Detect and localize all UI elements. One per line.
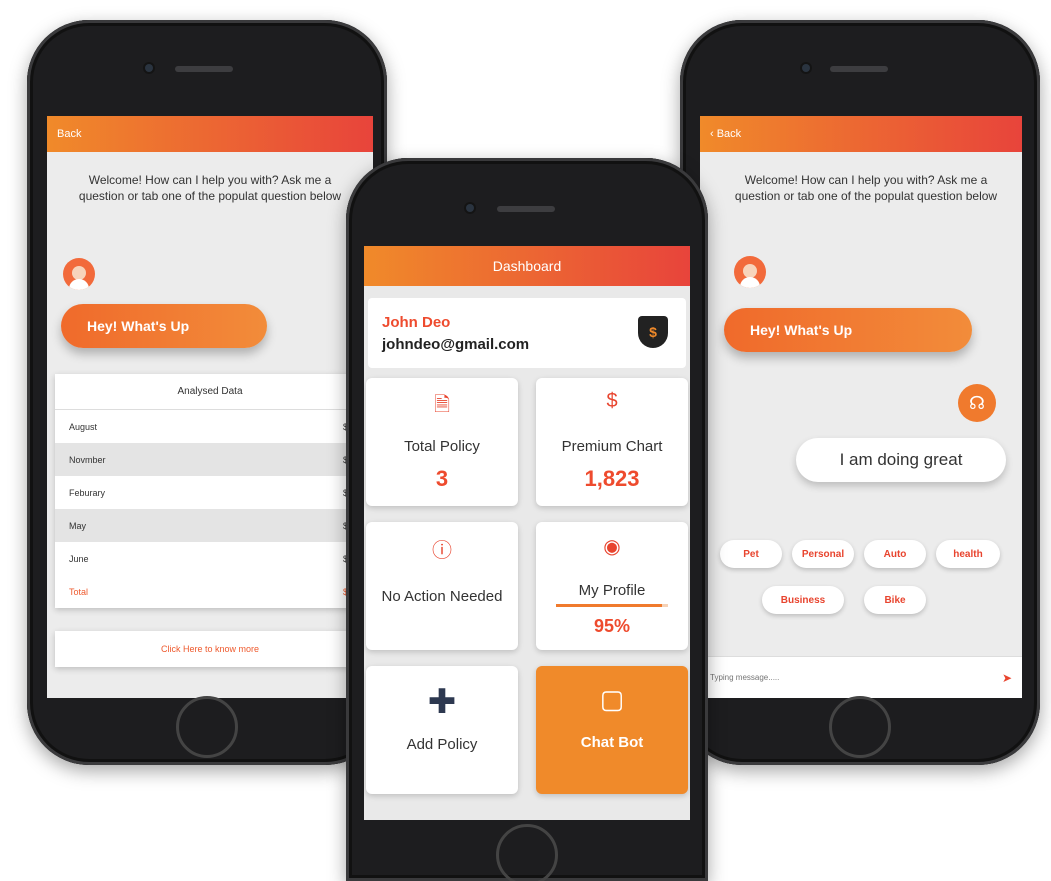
- message-bar: ➤: [700, 656, 1022, 698]
- speaker: [497, 206, 555, 212]
- message-input[interactable]: [710, 673, 910, 682]
- back-button[interactable]: ‹ Back: [710, 128, 741, 140]
- chat-bubble: Hey! What's Up: [724, 308, 972, 352]
- table-row: May$0: [55, 509, 365, 542]
- welcome-text: Welcome! How can I help you with? Ask me…: [78, 173, 342, 203]
- chat-icon: ▢: [599, 684, 625, 714]
- home-button[interactable]: [829, 696, 891, 758]
- camera: [802, 64, 810, 72]
- chip-auto[interactable]: Auto: [864, 540, 926, 568]
- analysed-data-card: Analysed Data August$0 Novmber$0 Feburar…: [55, 374, 365, 608]
- agent-avatar-icon: [734, 256, 766, 288]
- right-header: ‹ Back: [700, 116, 1022, 152]
- know-more-button[interactable]: Click Here to know more: [55, 631, 365, 667]
- chat-bot-tile[interactable]: ▢ Chat Bot: [536, 666, 688, 794]
- speaker: [830, 66, 888, 72]
- left-screen: Back Welcome! How can I help you with? A…: [47, 116, 373, 698]
- table-row: August$0: [69, 421, 353, 432]
- left-header: Back: [47, 116, 373, 152]
- chip-pet[interactable]: Pet: [720, 540, 782, 568]
- right-phone: ‹ Back Welcome! How can I help you with?…: [680, 20, 1040, 765]
- add-policy-tile[interactable]: ✚ Add Policy: [366, 666, 518, 794]
- camera: [145, 64, 153, 72]
- chip-bike[interactable]: Bike: [864, 586, 926, 614]
- total-policy-tile[interactable]: 🗎 Total Policy 3: [366, 378, 518, 506]
- my-profile-tile[interactable]: ◉ My Profile 95%: [536, 522, 688, 650]
- back-button[interactable]: Back: [57, 128, 81, 140]
- table-title: Analysed Data: [55, 374, 365, 410]
- plus-icon: ✚: [427, 683, 457, 721]
- reply-bubble: I am doing great: [796, 438, 1006, 482]
- profile-card[interactable]: John Deo johndeo@gmail.com $: [368, 298, 686, 368]
- profile-icon: ◉: [603, 536, 621, 558]
- document-icon: 🗎: [433, 394, 451, 416]
- premium-chart-tile[interactable]: $ Premium Chart 1,823: [536, 378, 688, 506]
- info-icon: ⓘ: [432, 540, 452, 562]
- dollar-icon: $: [606, 390, 618, 412]
- total-row: Total$0: [69, 586, 353, 597]
- camera: [466, 204, 474, 212]
- right-screen: ‹ Back Welcome! How can I help you with?…: [700, 116, 1022, 698]
- profile-progress-bar: [556, 604, 668, 607]
- table-row: Feburary$0: [69, 487, 353, 498]
- shield-icon: $: [638, 316, 668, 348]
- home-button[interactable]: [176, 696, 238, 758]
- chip-personal[interactable]: Personal: [792, 540, 854, 568]
- home-button[interactable]: [496, 824, 558, 881]
- user-email: johndeo@gmail.com: [382, 336, 530, 353]
- left-phone: Back Welcome! How can I help you with? A…: [27, 20, 387, 765]
- table-row: June$0: [69, 553, 353, 564]
- chip-health[interactable]: health: [936, 540, 1000, 568]
- send-icon[interactable]: ➤: [1002, 671, 1012, 685]
- dashboard-header: Dashboard: [364, 246, 690, 286]
- chat-bubble: Hey! What's Up: [61, 304, 267, 348]
- chip-business[interactable]: Business: [762, 586, 844, 614]
- agent-avatar-icon: [63, 258, 95, 290]
- page-title: Dashboard: [492, 258, 562, 274]
- no-action-tile[interactable]: ⓘ No Action Needed: [366, 522, 518, 650]
- center-phone: Dashboard John Deo johndeo@gmail.com $ 🗎…: [346, 158, 708, 881]
- welcome-text: Welcome! How can I help you with? Ask me…: [734, 173, 998, 203]
- bot-icon: ☊: [958, 384, 996, 422]
- user-name: John Deo: [382, 314, 451, 331]
- dashboard-screen: Dashboard John Deo johndeo@gmail.com $ 🗎…: [364, 246, 690, 820]
- speaker: [175, 66, 233, 72]
- table-row: Novmber$0: [55, 443, 365, 476]
